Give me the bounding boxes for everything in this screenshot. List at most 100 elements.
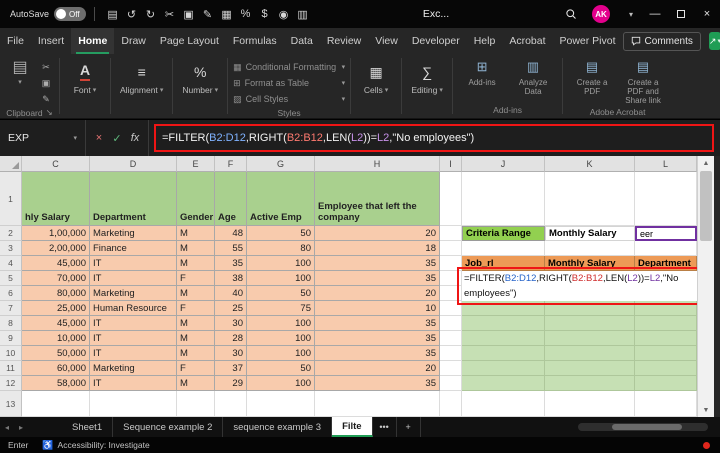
number-button[interactable]: % Number▾ bbox=[178, 57, 222, 95]
cell-monthly-salary[interactable]: 2,00,000 bbox=[22, 241, 90, 256]
column-header-k[interactable]: K bbox=[545, 156, 635, 172]
cell-gender[interactable]: M bbox=[177, 241, 215, 256]
sheet-tab-filte[interactable]: Filte bbox=[332, 417, 373, 437]
tab-overflow-button[interactable]: ••• bbox=[373, 417, 397, 437]
cell-active-employees[interactable]: 80 bbox=[247, 241, 315, 256]
cell-age[interactable]: 30 bbox=[215, 316, 247, 331]
row-header[interactable]: 8 bbox=[0, 316, 22, 331]
row-header[interactable]: 11 bbox=[0, 361, 22, 376]
addins-button[interactable]: ⊞ Add-ins bbox=[458, 57, 506, 87]
column-header-c[interactable]: C bbox=[22, 156, 90, 172]
column-header-i[interactable]: I bbox=[440, 156, 462, 172]
cell-monthly-salary[interactable]: 1,00,000 bbox=[22, 226, 90, 241]
cell-employees-left[interactable]: 18 bbox=[315, 241, 440, 256]
cell-empty[interactable] bbox=[177, 391, 215, 417]
cell-empty[interactable] bbox=[315, 391, 440, 417]
cell-empty[interactable] bbox=[440, 226, 462, 241]
cell-department[interactable]: IT bbox=[90, 271, 177, 286]
cell-age[interactable]: 40 bbox=[215, 286, 247, 301]
cell-c1[interactable]: hly Salary bbox=[22, 172, 90, 226]
avatar[interactable]: AK bbox=[592, 5, 610, 23]
cell-empty[interactable] bbox=[462, 391, 545, 417]
cell-employees-left[interactable]: 35 bbox=[315, 346, 440, 361]
cell-active-employees[interactable]: 100 bbox=[247, 376, 315, 391]
tab-scroll-right-icon[interactable]: ▸ bbox=[14, 423, 28, 432]
column-header-d[interactable]: D bbox=[90, 156, 177, 172]
cell-empty[interactable] bbox=[440, 361, 462, 376]
cell-empty[interactable] bbox=[440, 376, 462, 391]
cell-age[interactable]: 28 bbox=[215, 331, 247, 346]
cell-employees-left[interactable]: 35 bbox=[315, 316, 440, 331]
scroll-up-icon[interactable]: ▲ bbox=[698, 156, 714, 170]
cell-age[interactable]: 55 bbox=[215, 241, 247, 256]
cell-gender[interactable]: F bbox=[177, 301, 215, 316]
cell-employees-left[interactable]: 35 bbox=[315, 271, 440, 286]
ribbon-tab-view[interactable]: View bbox=[368, 28, 405, 54]
ribbon-tab-insert[interactable]: Insert bbox=[31, 28, 71, 54]
cell-monthly-salary[interactable]: 60,000 bbox=[22, 361, 90, 376]
cell-age[interactable]: 30 bbox=[215, 346, 247, 361]
accessibility-button[interactable]: ♿ Accessibility: Investigate bbox=[42, 440, 149, 451]
copy-icon[interactable]: ▣ bbox=[179, 8, 198, 21]
minimize-button[interactable]: — bbox=[642, 0, 668, 28]
cell-empty[interactable] bbox=[247, 391, 315, 417]
chart-icon[interactable]: ▥ bbox=[293, 8, 312, 21]
horizontal-scrollbar[interactable] bbox=[578, 423, 708, 431]
percent-style-icon[interactable]: % bbox=[236, 8, 255, 20]
ribbon-tab-file[interactable]: File bbox=[0, 28, 31, 54]
autosave-toggle[interactable]: AutoSave Off bbox=[10, 7, 86, 21]
cell-gender[interactable]: F bbox=[177, 361, 215, 376]
scrollbar-thumb[interactable] bbox=[700, 171, 712, 241]
copy-button[interactable]: ▣ bbox=[38, 76, 54, 90]
cell-j1[interactable] bbox=[462, 172, 545, 226]
row-header[interactable]: 9 bbox=[0, 331, 22, 346]
redo-icon[interactable]: ↻ bbox=[141, 8, 160, 21]
cut-button[interactable]: ✂ bbox=[38, 60, 54, 74]
cell-empty[interactable] bbox=[545, 241, 635, 256]
analyze-data-button[interactable]: ▥ Analyze Data bbox=[509, 57, 557, 96]
format-painter-button[interactable]: ✎ bbox=[38, 92, 54, 106]
undo-icon[interactable]: ↺ bbox=[122, 8, 141, 21]
cell-criteria-range-title[interactable]: Criteria Range bbox=[462, 226, 545, 241]
cell-monthly-salary[interactable]: 10,000 bbox=[22, 331, 90, 346]
row-header[interactable]: 6 bbox=[0, 286, 22, 301]
editing-button[interactable]: ∑ Editing▾ bbox=[407, 57, 447, 95]
cell-employees-left[interactable]: 35 bbox=[315, 331, 440, 346]
cell-empty[interactable] bbox=[22, 391, 90, 417]
currency-style-icon[interactable]: $ bbox=[255, 8, 274, 20]
cut-icon[interactable]: ✂ bbox=[160, 8, 179, 21]
cell-age[interactable]: 29 bbox=[215, 376, 247, 391]
tab-scroll-left-icon[interactable]: ◂ bbox=[0, 423, 14, 432]
row-header-1[interactable]: 1 bbox=[0, 172, 22, 226]
cell-active-employees[interactable]: 100 bbox=[247, 271, 315, 286]
scrollbar-thumb[interactable] bbox=[612, 424, 682, 430]
cell-monthly-salary[interactable]: 25,000 bbox=[22, 301, 90, 316]
cells-button[interactable]: ▦ Cells▾ bbox=[356, 57, 396, 95]
cell-monthly-salary[interactable]: 80,000 bbox=[22, 286, 90, 301]
cell-department[interactable]: Marketing bbox=[90, 286, 177, 301]
row-header[interactable]: 12 bbox=[0, 376, 22, 391]
cell-empty[interactable] bbox=[635, 241, 697, 256]
ribbon-tab-developer[interactable]: Developer bbox=[405, 28, 467, 54]
cell-gender[interactable]: M bbox=[177, 256, 215, 271]
column-header-j[interactable]: J bbox=[462, 156, 545, 172]
cell-employees-left[interactable]: 20 bbox=[315, 226, 440, 241]
row-header[interactable]: 2 bbox=[0, 226, 22, 241]
chevron-down-icon[interactable]: ▾ bbox=[620, 10, 642, 19]
cell-criteria-salary-label[interactable]: Monthly Salary bbox=[545, 226, 635, 241]
ribbon-tab-draw[interactable]: Draw bbox=[114, 28, 153, 54]
ribbon-tab-home[interactable]: Home bbox=[71, 28, 114, 54]
cell-criteria-value[interactable]: eer bbox=[635, 226, 697, 241]
cell-empty[interactable] bbox=[215, 391, 247, 417]
cell-k1[interactable] bbox=[545, 172, 635, 226]
cell-age[interactable]: 37 bbox=[215, 361, 247, 376]
cell-gender[interactable]: M bbox=[177, 286, 215, 301]
share-button[interactable]: ↗▾ bbox=[709, 32, 720, 50]
cell-employees-left[interactable]: 20 bbox=[315, 361, 440, 376]
cell-active-employees[interactable]: 100 bbox=[247, 316, 315, 331]
column-header-h[interactable]: H bbox=[315, 156, 440, 172]
formula-input[interactable]: =FILTER(B2:D12,RIGHT(B2:B12,LEN(L2))=L2,… bbox=[154, 124, 714, 152]
cell-monthly-salary[interactable]: 58,000 bbox=[22, 376, 90, 391]
cell-gender[interactable]: M bbox=[177, 226, 215, 241]
camera-icon[interactable]: ◉ bbox=[274, 8, 293, 21]
